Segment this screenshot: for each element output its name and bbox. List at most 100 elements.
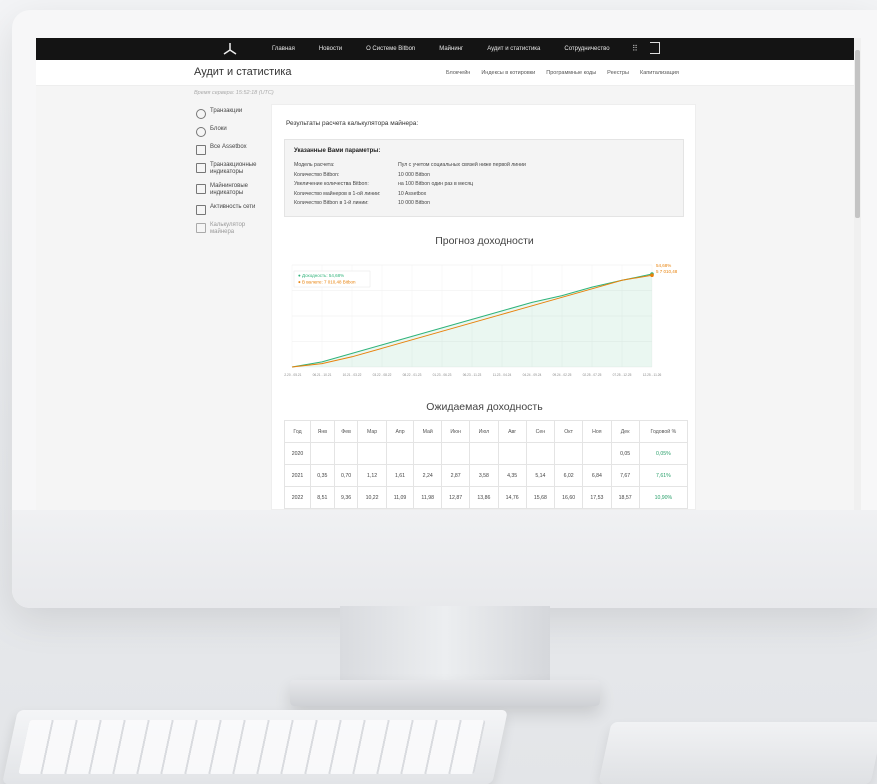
table-cell [357,442,387,465]
mining-icon [196,184,206,194]
column-header: Авг [497,420,527,443]
x-tick-label: 06.21 - 10.21 [313,373,332,377]
param-value: 10 000 Bitbon [398,200,431,206]
end-label: 54,68% [656,263,671,268]
sidebar-item[interactable]: Транзакционные индикаторы [196,162,268,176]
table-cell: 15,68 [525,486,556,509]
sidebar-item-label: Транзакционные индикаторы [210,162,257,175]
topnav-item[interactable]: Новости [319,46,342,52]
table-cell: 2022 [284,486,311,509]
screen: Главная Новости О Системе Bitbon Майнинг Ауд… [36,38,861,510]
subnav-item[interactable]: Индексы в котировки [481,70,535,76]
server-time: Время сервера: 15:52:18 (UTC) [194,90,274,96]
table-cell [385,442,415,465]
calculator-icon [196,223,206,233]
table-cell: 2,24 [413,464,443,487]
assetbox-icon [196,145,206,155]
x-tick-label: 08.22 - 01.23 [403,373,422,377]
sidebar-item-label: Майнинговые индикаторы [210,183,248,196]
x-tick-label: 12.25 - 11.26 [643,373,662,377]
table-cell: 7,67 [610,464,640,487]
topnav-item[interactable]: Аудит и статистика [487,46,540,52]
sidebar: Транзакции Блоки Все Assetbox Транзакционны… [196,108,268,243]
param-value: на 100 Bitbon один раз в месяц [398,181,473,187]
subnav-item[interactable]: Блокчейн [446,70,470,76]
param-key: Увеличение количества Bitbon: [294,181,369,187]
scrollbar[interactable] [854,38,861,510]
table-cell: 6,02 [554,464,584,487]
scroll-thumb[interactable] [855,50,860,218]
sidebar-item[interactable]: Все Assetbox [196,144,268,155]
yield-table: Год Янв Фев Мар Апр Май Июн Июл Авг Сен Окт Ноя Дек Г… [284,420,689,509]
data-point[interactable] [650,273,654,277]
table-cell: 18,57 [610,486,640,509]
topnav-item[interactable]: Главная [272,46,295,52]
apps-grid-icon[interactable]: ⠿ [632,44,638,53]
column-header: Июл [469,420,499,443]
chart-icon [196,163,206,173]
column-header: Дек [610,420,640,443]
login-icon[interactable] [650,42,660,54]
table-row: 2021 0,35 0,70 1,12 1,61 2,24 2,87 3,58 4,35 5,14… [284,464,689,487]
table-cell: 2020 [284,442,311,465]
table-cell: 2,87 [441,464,471,487]
column-header: Год [284,420,311,443]
params-heading: Указанные Вами параметры: [294,148,381,154]
topnav-item[interactable]: Майнинг [439,46,463,52]
transactions-icon [196,109,206,119]
sidebar-item-label: Активность сети [210,204,256,210]
column-header: Апр [385,420,415,443]
table-cell [441,442,471,465]
sidebar-item[interactable]: Блоки [196,126,268,137]
sidebar-item[interactable]: Калькулятор майнера [196,222,268,236]
x-tick-label: 06.23 - 11.23 [463,373,482,377]
param-key: Модель расчета: [294,162,335,168]
bitbon-logo-icon[interactable] [222,41,238,57]
blocks-icon [196,127,206,137]
x-tick-label: 04.24 - 09.24 [523,373,542,377]
subnav-item[interactable]: Программные коды [546,70,596,76]
table-cell: 16,60 [554,486,584,509]
subnav-item[interactable]: Реестры [607,70,629,76]
column-header: Окт [554,420,584,443]
x-tick-label: 11.23 - 04.24 [493,373,512,377]
table-header-row: Год Янв Фев Мар Апр Май Июн Июл Авг Сен Окт Ноя Дек Г… [284,420,689,443]
sidebar-item[interactable]: Транзакции [196,108,268,119]
table-cell [582,442,612,465]
param-key: Количество майнеров в 1-ой линии: [294,190,381,197]
sidebar-item-label: Калькулятор майнера [210,222,246,235]
table-cell: 13,86 [469,486,499,509]
table-cell: 4,35 [497,464,527,487]
table-cell: 8,51 [309,486,335,509]
table-cell: 17,53 [582,486,612,509]
column-header: Июн [441,420,471,443]
table-cell: 5,14 [525,464,556,487]
sidebar-item[interactable]: Майнинговые индикаторы [196,183,268,197]
sidebar-item[interactable]: Активность сети [196,204,268,215]
table-cell [469,442,499,465]
topnav-item[interactable]: О Системе Bitbon [366,46,415,52]
page-title: Аудит и статистика [194,66,292,78]
topnav-item[interactable]: Сотрудничество [564,46,609,52]
table-cell: 0,35 [309,464,335,487]
subnav-item[interactable]: Капитализация [640,70,679,76]
table-cell [309,442,335,465]
column-header: Годовой % [638,420,689,443]
table-row: 2020 0,05 0,05% [284,442,689,465]
table-cell [497,442,527,465]
top-nav-menu: Главная Новости О Системе Bitbon Майнинг Ауд… [272,38,634,60]
param-value: 10 000 Bitbon [398,171,431,178]
params-box: Указанные Вами параметры: Модель расчета… [284,139,684,217]
x-tick-label: 03.22 - 08.22 [373,373,392,377]
table-cell: 10,90% [638,486,689,509]
x-tick-label: 12.20 - 05.21 [284,373,302,377]
table-cell: 12,87 [441,486,471,509]
param-key: Количество Bitbon: [294,171,340,178]
yield-title: Ожидаемая доходность [426,401,543,413]
table-cell: 11,09 [385,486,415,509]
x-tick-label: 10.21 - 03.22 [343,373,362,377]
param-value: 10 Assetbox [398,190,427,197]
table-cell: 0,70 [333,464,359,487]
table-cell: 2021 [284,464,311,487]
table-cell [554,442,584,465]
